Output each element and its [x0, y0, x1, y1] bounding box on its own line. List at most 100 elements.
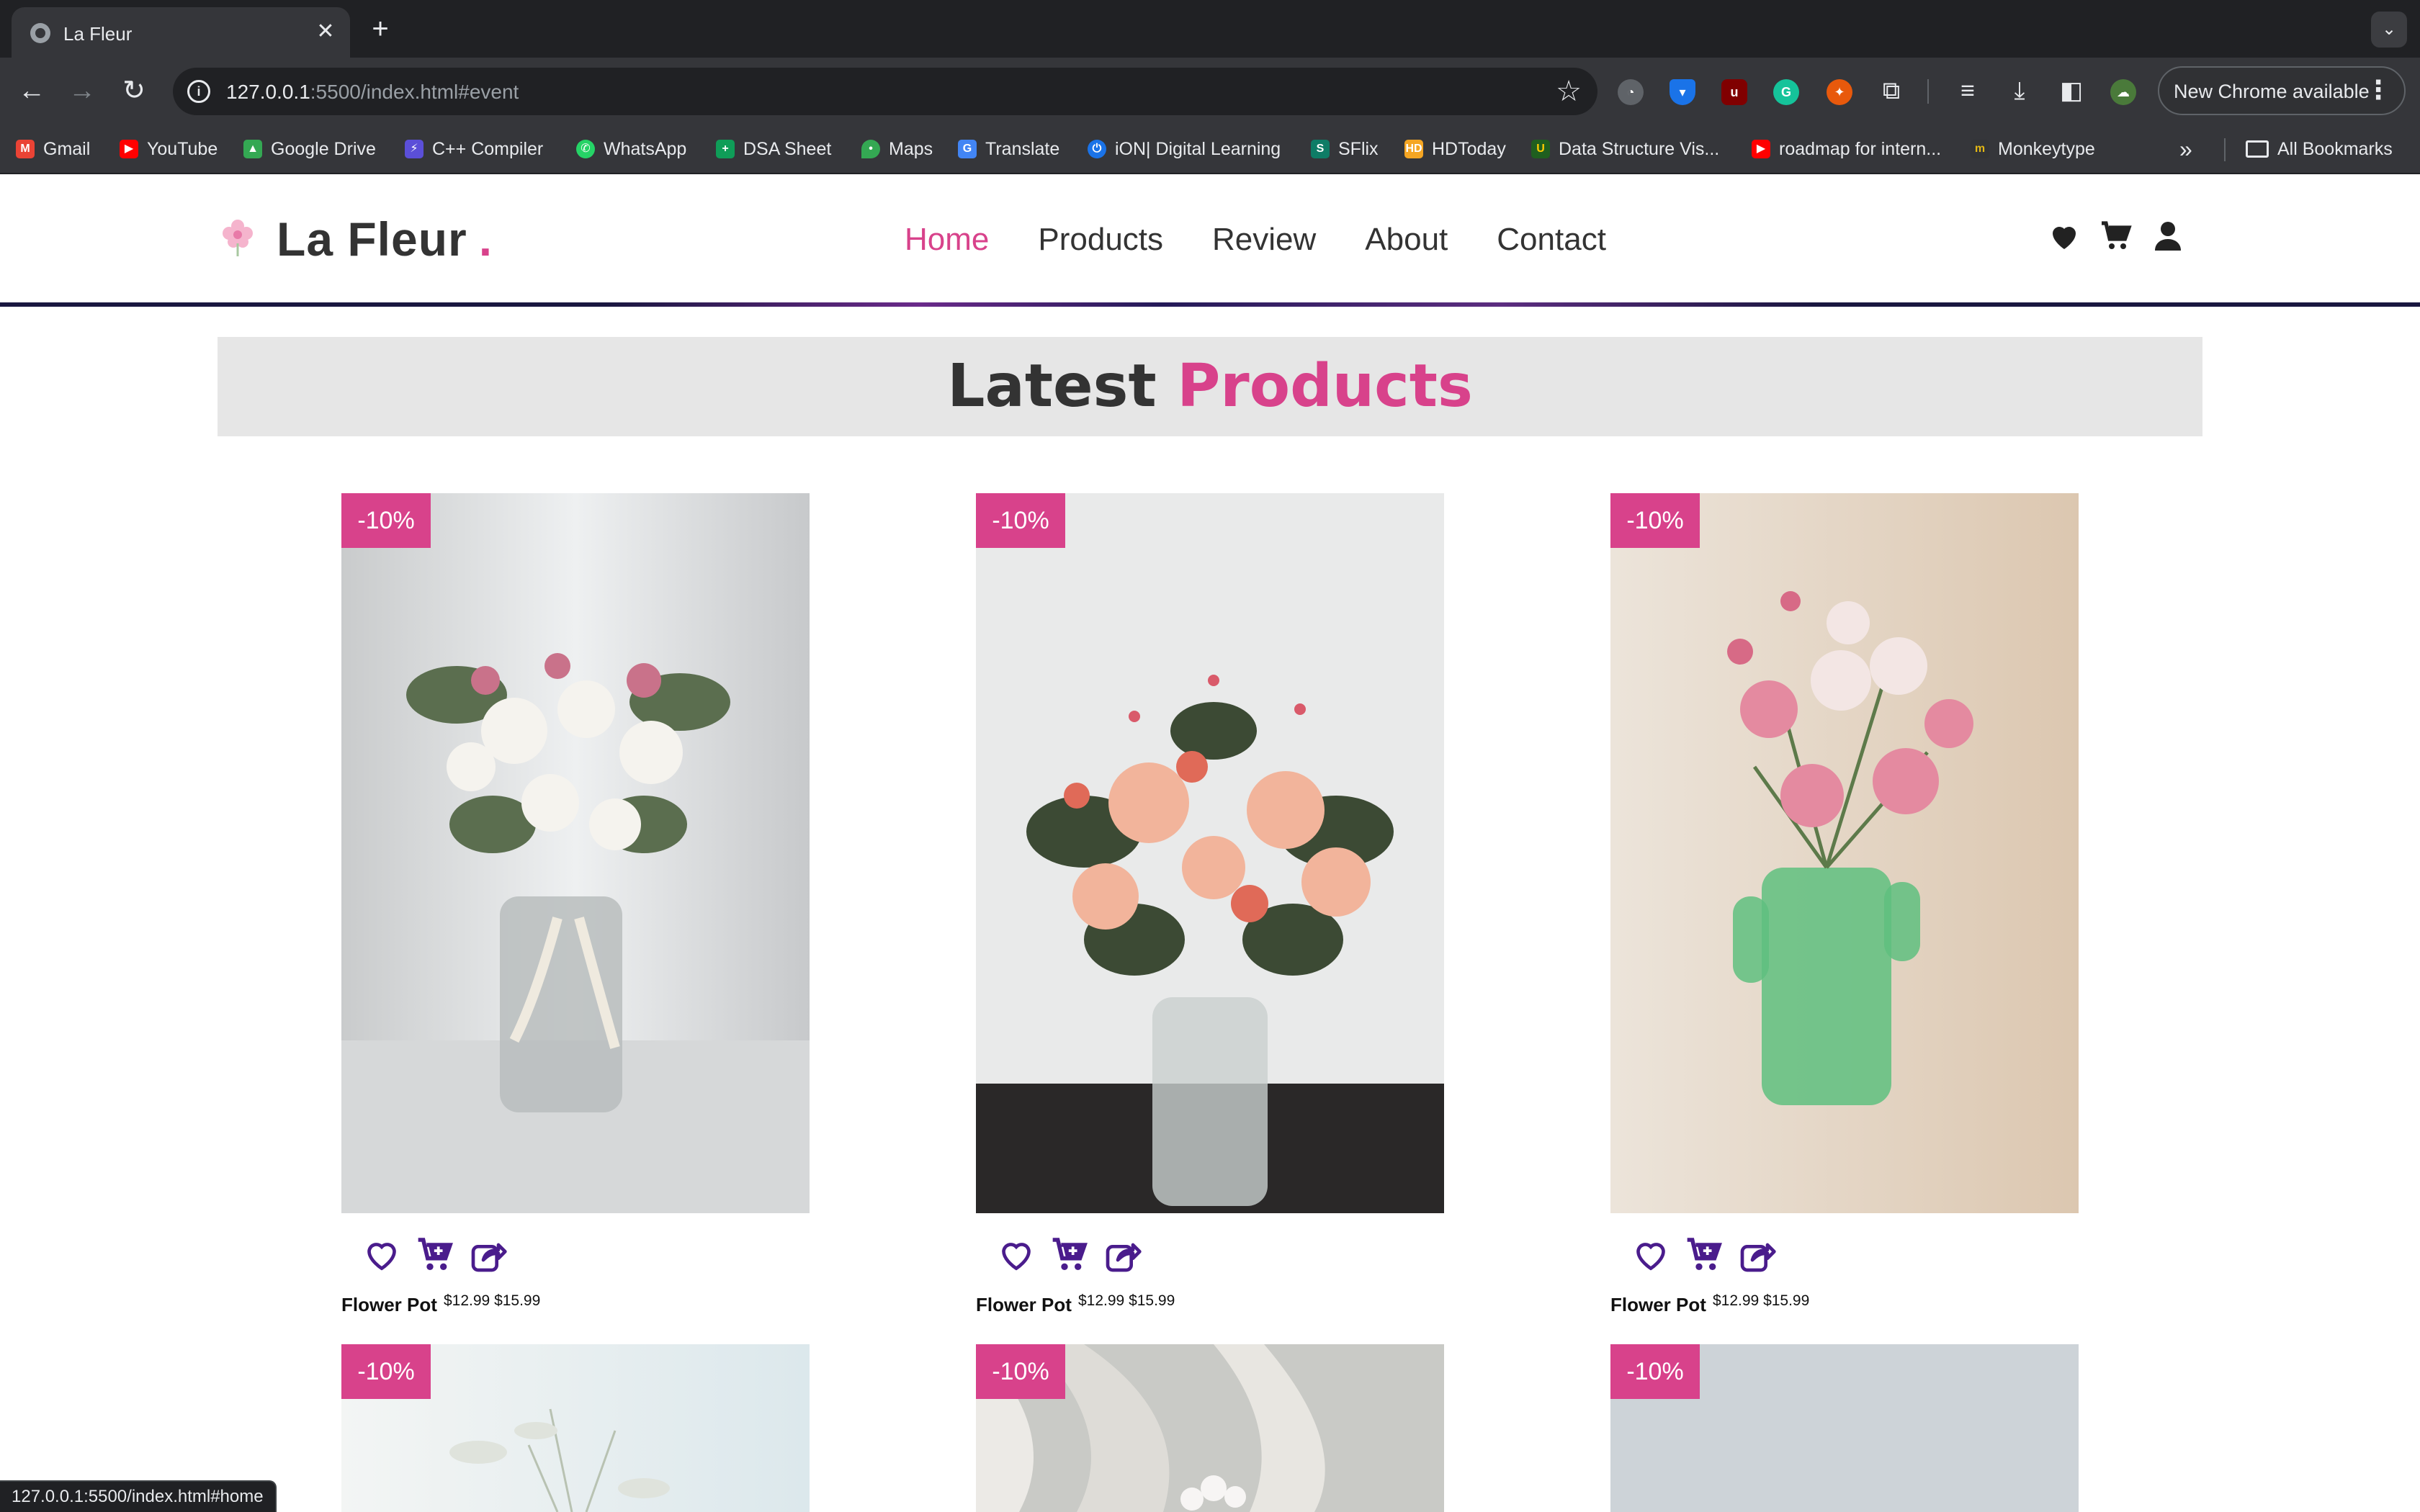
reload-button[interactable]: ↻ — [117, 73, 151, 108]
product-price: $12.99 $15.99 — [444, 1292, 541, 1309]
tab-title: La Fleur — [63, 23, 133, 45]
address-text[interactable]: 127.0.0.1:5500/index.html#event — [226, 81, 519, 104]
section-title: Latest Products — [947, 352, 1473, 420]
nav-about[interactable]: About — [1365, 222, 1448, 258]
product-price: $12.99 $15.99 — [1078, 1292, 1175, 1309]
bookmark-sflix[interactable]: S SFlix — [1311, 137, 1379, 161]
product-image[interactable]: -10% — [976, 1344, 1444, 1512]
speed-extension-icon[interactable]: ◔ — [1618, 79, 1644, 105]
main-nav: Home Products Review About Contact — [905, 222, 1655, 258]
wishlist-heart-icon[interactable] — [1631, 1235, 1671, 1275]
all-bookmarks-folder[interactable]: All Bookmarks — [2246, 137, 2393, 161]
ublock-extension-icon[interactable]: u — [1721, 79, 1747, 105]
product-image[interactable]: -10% — [976, 493, 1444, 1213]
download-icon[interactable]: ⤓ — [2005, 76, 2034, 105]
toolbar-divider — [1927, 79, 1929, 104]
bookmark-translate[interactable]: G Translate — [958, 137, 1059, 161]
side-panel-icon[interactable]: ◧ — [2057, 76, 2086, 105]
product-actions — [362, 1235, 521, 1275]
nav-home[interactable]: Home — [905, 222, 989, 258]
header-divider — [0, 302, 2420, 307]
bookmark-cpp-compiler[interactable]: ⚡ C++ Compiler — [405, 137, 543, 161]
bookmarks-divider — [2224, 138, 2226, 161]
product-name: Flower Pot — [341, 1294, 437, 1315]
globe-icon — [30, 23, 50, 43]
site-info-icon[interactable]: i — [187, 80, 210, 103]
bookmark-star-icon[interactable]: ☆ — [1556, 75, 1582, 108]
usf-icon: U — [1531, 140, 1550, 158]
bookmark-hdtoday[interactable]: HD HDToday — [1404, 137, 1506, 161]
extensions-puzzle-icon[interactable]: ⧉ — [1877, 76, 1906, 105]
bookmark-google-drive[interactable]: ▲ Google Drive — [243, 137, 376, 161]
whatsapp-icon: ✆ — [576, 140, 595, 158]
bookmark-roadmap[interactable]: ▶ roadmap for intern... — [1752, 137, 1941, 161]
address-bar[interactable]: i 127.0.0.1:5500/index.html#event ☆ — [173, 68, 1597, 115]
new-tab-button[interactable]: + — [364, 13, 396, 45]
gmail-icon: M — [16, 140, 35, 158]
add-to-cart-icon[interactable] — [1684, 1235, 1724, 1275]
share-icon[interactable] — [1103, 1235, 1143, 1275]
add-to-cart-icon[interactable] — [415, 1235, 455, 1275]
tab-search-button[interactable]: ⌄ — [2371, 12, 2407, 48]
tampermonkey-extension-icon[interactable]: ✦ — [1827, 79, 1852, 105]
discount-badge: -10% — [341, 493, 431, 548]
youtube-icon: ▶ — [1752, 140, 1770, 158]
site-header: La Fleur. Home Products Review About Con… — [0, 174, 2420, 307]
product-price: $12.99 $15.99 — [1713, 1292, 1810, 1309]
shield-extension-icon[interactable]: ▾ — [1670, 79, 1695, 105]
bookmark-whatsapp[interactable]: ✆ WhatsApp — [576, 137, 686, 161]
bookmark-youtube[interactable]: ▶ YouTube — [120, 137, 218, 161]
bookmark-maps[interactable]: • Maps — [861, 137, 933, 161]
discount-badge: -10% — [976, 493, 1065, 548]
discount-badge: -10% — [1610, 1344, 1700, 1399]
sheets-icon: + — [716, 140, 735, 158]
product-name: Flower Pot — [976, 1294, 1072, 1315]
more-bookmarks-icon[interactable]: » — [2179, 136, 2192, 162]
bookmark-dsa-sheet[interactable]: + DSA Sheet — [716, 137, 831, 161]
maps-pin-icon: • — [861, 140, 880, 158]
product-image[interactable]: -10% — [341, 1344, 810, 1512]
monkeytype-icon: m — [1971, 140, 1989, 158]
back-button[interactable]: ← — [14, 73, 49, 108]
user-icon[interactable] — [2151, 219, 2185, 253]
bookmark-gmail[interactable]: M Gmail — [16, 137, 90, 161]
share-icon[interactable] — [468, 1235, 508, 1275]
flower-logo-icon — [223, 220, 253, 256]
web-page: La Fleur. Home Products Review About Con… — [0, 174, 2420, 1512]
share-icon[interactable] — [1737, 1235, 1778, 1275]
discount-badge: -10% — [1610, 493, 1700, 548]
google-drive-icon: ▲ — [243, 140, 262, 158]
cart-icon[interactable] — [2099, 219, 2133, 253]
sflix-icon: S — [1311, 140, 1330, 158]
translate-icon: G — [958, 140, 977, 158]
profile-avatar[interactable]: ☁ — [2110, 79, 2136, 105]
add-to-cart-icon[interactable] — [1049, 1235, 1090, 1275]
youtube-icon: ▶ — [120, 140, 138, 158]
product-image[interactable]: -10% — [341, 493, 810, 1213]
power-icon: ⏻ — [1088, 140, 1106, 158]
bookmarks-bar: M Gmail ▶ YouTube ▲ Google Drive ⚡ C++ Compi… — [0, 124, 2420, 174]
browser-tab[interactable]: La Fleur ✕ — [12, 7, 350, 58]
hd-icon: HD — [1404, 140, 1423, 158]
product-name: Flower Pot — [1610, 1294, 1706, 1315]
bookmark-ion[interactable]: ⏻ iON| Digital Learning — [1088, 137, 1281, 161]
wishlist-heart-icon[interactable] — [362, 1235, 402, 1275]
wishlist-heart-icon[interactable] — [996, 1235, 1036, 1275]
product-image[interactable]: -10% — [1610, 493, 2079, 1213]
heart-icon[interactable] — [2047, 219, 2081, 253]
bookmark-monkeytype[interactable]: m Monkeytype — [1971, 137, 2095, 161]
product-actions — [1631, 1235, 1791, 1275]
chrome-update-button[interactable]: New Chrome available ⋮ — [2158, 66, 2406, 115]
grammarly-extension-icon[interactable]: G — [1773, 79, 1799, 105]
forward-button[interactable]: → — [65, 73, 99, 108]
nav-products[interactable]: Products — [1038, 222, 1163, 258]
product-image[interactable]: -10% — [1610, 1344, 2079, 1512]
discount-badge: -10% — [341, 1344, 431, 1399]
nav-contact[interactable]: Contact — [1497, 222, 1606, 258]
media-queue-icon[interactable]: ≡ — [1953, 76, 1982, 105]
close-tab-icon[interactable]: ✕ — [313, 19, 339, 45]
bookmark-data-structure-vis[interactable]: U Data Structure Vis... — [1531, 137, 1719, 161]
tab-strip: La Fleur ✕ + ⌄ — [0, 0, 2420, 58]
nav-review[interactable]: Review — [1212, 222, 1316, 258]
site-logo[interactable]: La Fleur. — [277, 212, 493, 266]
